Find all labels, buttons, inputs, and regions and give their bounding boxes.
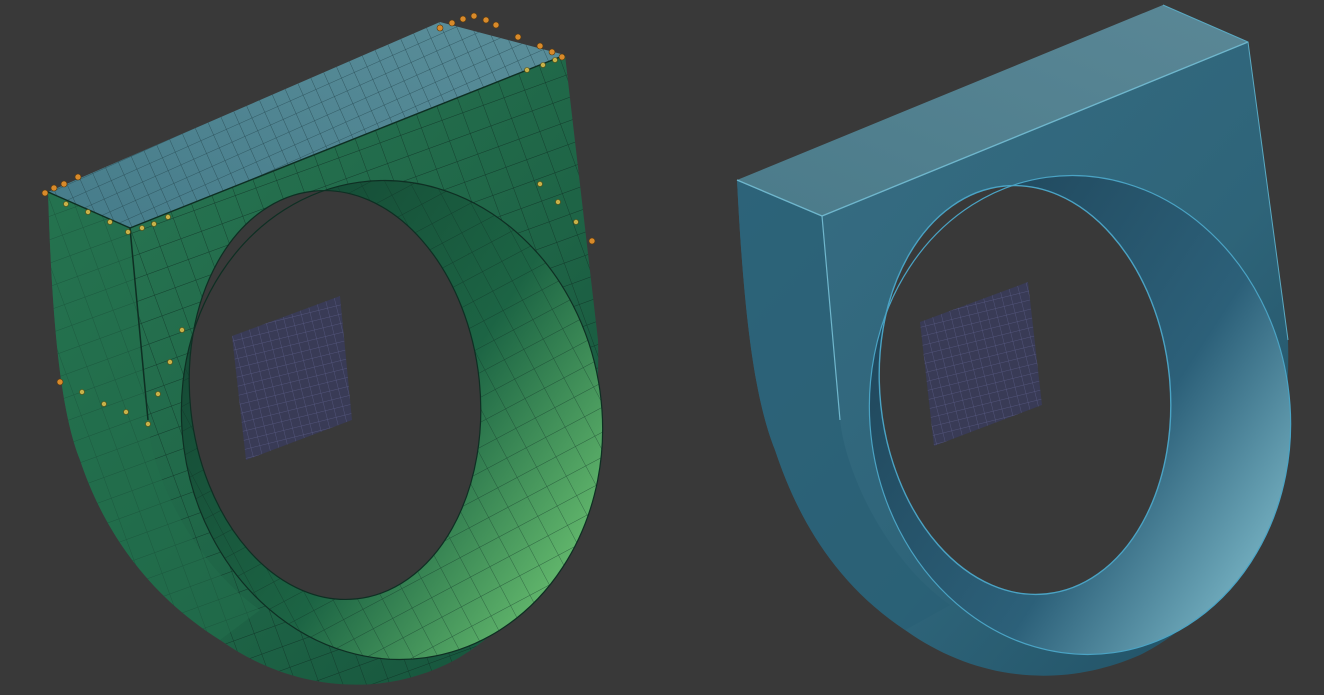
viewport-canvas[interactable] — [0, 0, 1324, 695]
3d-viewport[interactable] — [0, 0, 1324, 695]
